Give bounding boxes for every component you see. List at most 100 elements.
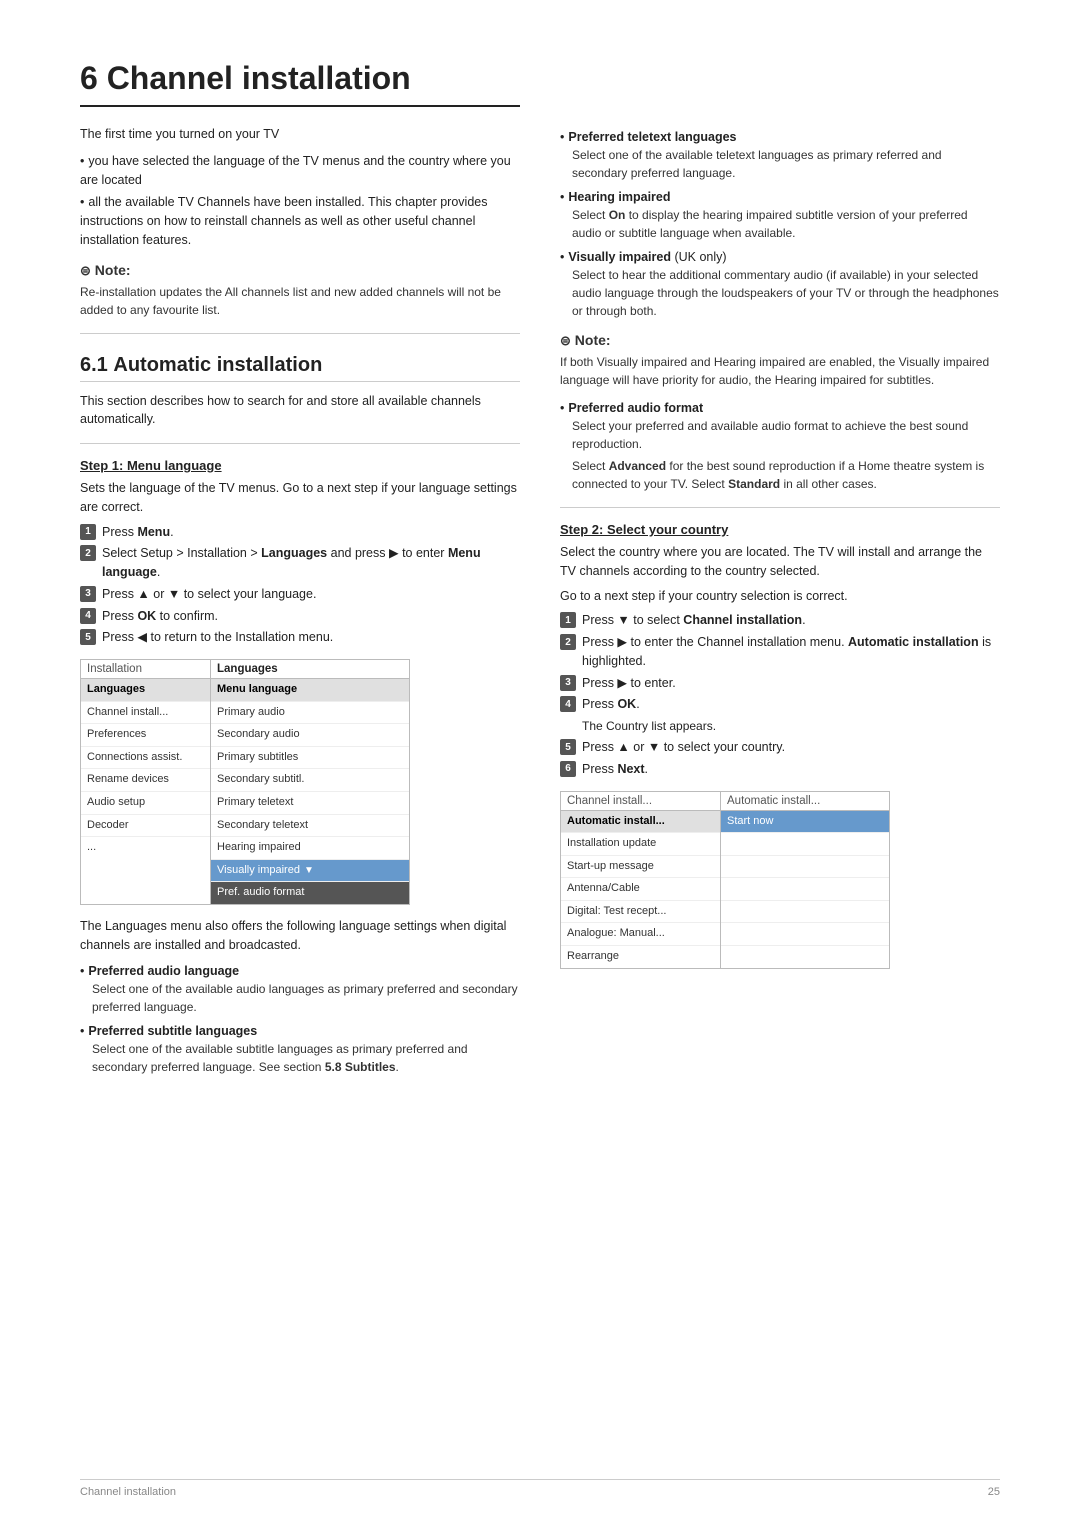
table2-col-right: Start now bbox=[721, 811, 889, 968]
step2-item-2: 2 Press ▶ to enter the Channel installat… bbox=[560, 633, 1000, 671]
note-box-2: ⊜ Note: If both Visually impaired and He… bbox=[560, 332, 1000, 389]
step1-header: Step 1: Menu language bbox=[80, 458, 520, 473]
step1-item-4: 4 Press OK to confirm. bbox=[80, 607, 520, 626]
table-row[interactable]: Secondary subtitl. bbox=[211, 769, 409, 792]
table-row[interactable]: Audio setup bbox=[81, 792, 210, 815]
table-row-pref-audio[interactable]: Pref. audio format bbox=[211, 882, 409, 904]
table-row[interactable]: Preferences bbox=[81, 724, 210, 747]
intro-bullet-2: •all the available TV Channels have been… bbox=[80, 193, 520, 249]
note-icon-2: ⊜ Note: bbox=[560, 332, 1000, 349]
page-container: ENGLISH 6 Channel installation The first… bbox=[80, 60, 1000, 1086]
step2-item-4: 4 Press OK. bbox=[560, 695, 1000, 714]
step1-item-5: 5 Press ◀ to return to the Installation … bbox=[80, 628, 520, 647]
page-footer: Channel installation 25 bbox=[80, 1479, 1000, 1498]
table2-col-left: Automatic install... Installation update… bbox=[561, 811, 721, 968]
chapter-title-text: Channel installation bbox=[107, 60, 411, 96]
step1-item-1: 1 Press Menu. bbox=[80, 523, 520, 542]
divider-2 bbox=[80, 443, 520, 444]
bullet-preferred-audio-format: •Preferred audio format Select your pref… bbox=[560, 401, 1000, 493]
step2-item-6: 6 Press Next. bbox=[560, 760, 1000, 779]
chapter-title: 6 Channel installation bbox=[80, 60, 520, 107]
table-row[interactable]: Automatic install... bbox=[561, 811, 720, 834]
table-row bbox=[721, 878, 889, 901]
table-row[interactable]: Connections assist. bbox=[81, 747, 210, 770]
table-row[interactable]: Secondary audio bbox=[211, 724, 409, 747]
table2-col1-header: Channel install... bbox=[561, 792, 721, 810]
table-row[interactable]: Installation update bbox=[561, 833, 720, 856]
pref-audio-format-section: •Preferred audio format Select your pref… bbox=[560, 401, 1000, 493]
pref-bullets-right: •Preferred teletext languages Select one… bbox=[560, 130, 1000, 320]
table-row bbox=[721, 923, 889, 946]
step2-desc2: Go to a next step if your country select… bbox=[560, 587, 1000, 606]
table-row[interactable]: Primary audio bbox=[211, 702, 409, 725]
table-row[interactable]: Start-up message bbox=[561, 856, 720, 879]
table-row[interactable]: Antenna/Cable bbox=[561, 878, 720, 901]
note-text-1: Re-installation updates the All channels… bbox=[80, 283, 520, 319]
table1-col-right: Menu language Primary audio Secondary au… bbox=[211, 679, 409, 904]
left-column: 6 Channel installation The first time yo… bbox=[80, 60, 520, 1086]
table-row[interactable]: Analogue: Manual... bbox=[561, 923, 720, 946]
bullet-preferred-audio-lang: •Preferred audio language Select one of … bbox=[80, 964, 520, 1016]
table-row-visually-impaired[interactable]: Visually impaired ▼ bbox=[211, 860, 409, 883]
table-row[interactable]: Menu language bbox=[211, 679, 409, 702]
step2-item-3: 3 Press ▶ to enter. bbox=[560, 674, 1000, 693]
step2-item-4b: The Country list appears. bbox=[560, 717, 1000, 735]
table2-header: Channel install... Automatic install... bbox=[561, 792, 889, 811]
step2-item-1: 1 Press ▼ to select Channel installation… bbox=[560, 611, 1000, 630]
table-row bbox=[721, 901, 889, 924]
divider-1 bbox=[80, 333, 520, 334]
table-row[interactable]: ... bbox=[81, 837, 210, 859]
section-intro: This section describes how to search for… bbox=[80, 392, 520, 430]
bullet-preferred-teletext: •Preferred teletext languages Select one… bbox=[560, 130, 1000, 182]
table1-body: Languages Channel install... Preferences… bbox=[81, 678, 409, 904]
main-content: 6 Channel installation The first time yo… bbox=[80, 60, 1000, 1086]
intro-bullet-1: •you have selected the language of the T… bbox=[80, 152, 520, 190]
table-row[interactable]: Languages bbox=[81, 679, 210, 702]
footer-right: 25 bbox=[988, 1486, 1000, 1498]
bullet-preferred-subtitle-lang: •Preferred subtitle languages Select one… bbox=[80, 1024, 520, 1076]
bullet-hearing-impaired: •Hearing impaired Select On to display t… bbox=[560, 190, 1000, 242]
step2-desc1: Select the country where you are located… bbox=[560, 543, 1000, 581]
table-row[interactable]: Secondary teletext bbox=[211, 815, 409, 838]
step1-list: 1 Press Menu. 2 Select Setup > Installat… bbox=[80, 523, 520, 648]
table-row[interactable]: Hearing impaired bbox=[211, 837, 409, 860]
pref-bullets-left: •Preferred audio language Select one of … bbox=[80, 964, 520, 1076]
table-row[interactable]: Decoder bbox=[81, 815, 210, 838]
table2-body: Automatic install... Installation update… bbox=[561, 811, 889, 968]
table1-col-left: Languages Channel install... Preferences… bbox=[81, 679, 211, 904]
note-box-1: ⊜ Note: Re-installation updates the All … bbox=[80, 262, 520, 319]
table-row[interactable]: Rename devices bbox=[81, 769, 210, 792]
intro-text: The first time you turned on your TV bbox=[80, 125, 520, 144]
section-title-text: Automatic installation bbox=[113, 354, 322, 376]
step2-item-5: 5 Press ▲ or ▼ to select your country. bbox=[560, 738, 1000, 757]
bullet-visually-impaired: •Visually impaired (UK only) Select to h… bbox=[560, 250, 1000, 320]
step1-desc: Sets the language of the TV menus. Go to… bbox=[80, 479, 520, 517]
table-row[interactable]: Channel install... bbox=[81, 702, 210, 725]
after-table-text: The Languages menu also offers the follo… bbox=[80, 917, 520, 955]
step1-item-2: 2 Select Setup > Installation > Language… bbox=[80, 544, 520, 582]
right-column: •Preferred teletext languages Select one… bbox=[560, 60, 1000, 1086]
table2-col2-header: Automatic install... bbox=[721, 792, 889, 810]
table-row bbox=[721, 833, 889, 856]
step1-item-3: 3 Press ▲ or ▼ to select your language. bbox=[80, 585, 520, 604]
footer-left: Channel installation bbox=[80, 1486, 176, 1498]
table-row bbox=[721, 946, 889, 968]
table1-col1-header: Installation bbox=[81, 660, 211, 678]
table-row[interactable]: Rearrange bbox=[561, 946, 720, 968]
step2-list: 1 Press ▼ to select Channel installation… bbox=[560, 611, 1000, 778]
table-row[interactable]: Primary subtitles bbox=[211, 747, 409, 770]
chapter-num: 6 bbox=[80, 60, 98, 96]
table-row[interactable]: Primary teletext bbox=[211, 792, 409, 815]
table-row-start-now[interactable]: Start now bbox=[721, 811, 889, 834]
table-row bbox=[721, 856, 889, 879]
table1-header: Installation Languages bbox=[81, 660, 409, 678]
note-text-2: If both Visually impaired and Hearing im… bbox=[560, 353, 1000, 389]
table-row[interactable]: Digital: Test recept... bbox=[561, 901, 720, 924]
note-icon-1: ⊜ Note: bbox=[80, 262, 520, 279]
installation-languages-table: Installation Languages Languages Channel… bbox=[80, 659, 410, 905]
section-title: 6.1 Automatic installation bbox=[80, 354, 520, 382]
step2-header: Step 2: Select your country bbox=[560, 522, 1000, 537]
table1-col2-header: Languages bbox=[211, 660, 409, 678]
divider-3 bbox=[560, 507, 1000, 508]
section-num: 6.1 bbox=[80, 354, 108, 376]
